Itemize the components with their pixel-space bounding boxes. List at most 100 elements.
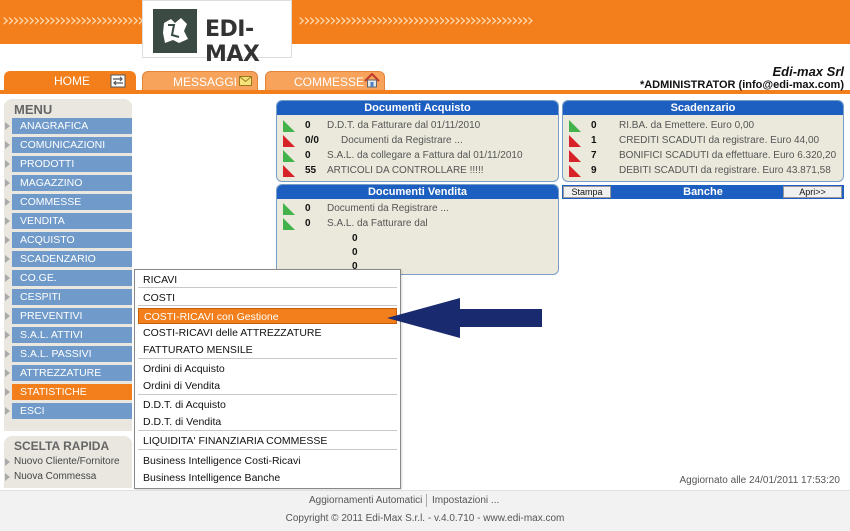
quick-new-customer[interactable]: Nuovo Cliente/Fornitore (14, 456, 120, 467)
statistiche-submenu: RICAVI COSTI COSTI-RICAVI con Gestione COST… (134, 269, 401, 489)
tab-messaggi-label: MESSAGGI (173, 75, 238, 89)
copyright: Copyright © 2011 Edi-Max S.r.l. - v.4.0.… (285, 513, 565, 524)
last-updated: Aggiornato alle 24/01/2011 17:53:20 (679, 475, 840, 486)
house-icon (364, 72, 380, 91)
submenu-item-business-intelligence-banche[interactable]: Business Intelligence Banche (138, 470, 397, 486)
home-icon (110, 74, 126, 91)
footer: Aggiornamenti Automatici Impostazioni ..… (0, 490, 850, 531)
panel-documenti-vendita: Documenti Vendita 0 Documenti da Registra… (276, 184, 559, 275)
company-name: Edi-max Srl (772, 64, 844, 79)
submenu-item-fatturato-mensile[interactable]: FATTURATO MENSILE (138, 342, 397, 358)
menu-item-magazzino[interactable]: MAGAZZINO (12, 175, 132, 191)
menu-item-attrezzature[interactable]: ATTREZZATURE (12, 365, 132, 381)
bullet-icon (5, 217, 10, 225)
row-text: S.A.L. da collegare a Fattura dal 01/11/… (327, 150, 523, 161)
row-text: Documenti da Registrare ... (327, 203, 449, 214)
bullet-icon (5, 350, 10, 358)
menu-item-commesse[interactable]: COMMESSE (12, 194, 132, 210)
tab-home-label: HOME (54, 74, 90, 88)
row-count: 55 (305, 165, 317, 176)
menu-separator (138, 394, 397, 395)
submenu-item-d-d-t-di-acquisto[interactable]: D.D.T. di Acquisto (138, 397, 397, 413)
doc_acquisto-row[interactable]: 55 ARTICOLI DA CONTROLLARE !!!!! (283, 165, 553, 179)
menu-item-preventivi[interactable]: PREVENTIVI (12, 308, 132, 324)
row-count: 0 (305, 218, 311, 229)
panel-documenti-acquisto: Documenti Acquisto 0 D.D.T. da Fatturare … (276, 100, 559, 182)
row-count: 1 (591, 135, 597, 146)
apri-button[interactable]: Apri>> (783, 186, 842, 198)
tab-home[interactable]: HOME (4, 71, 136, 91)
doc_acquisto-row[interactable]: 0 S.A.L. da collegare a Fattura dal 01/11… (283, 150, 553, 164)
scadenzario-row[interactable]: 1 CREDITI SCADUTI da registrare. Euro 44,… (569, 135, 839, 149)
submenu-item-ricavi[interactable]: RICAVI (138, 272, 397, 288)
green-flag-icon (283, 150, 295, 162)
envelope-icon (239, 75, 252, 89)
menu-item-s-a-l-attivi[interactable]: S.A.L. ATTIVI (12, 327, 132, 343)
footer-link-updates[interactable]: Aggiornamenti Automatici (309, 495, 422, 506)
menu-item-prodotti[interactable]: PRODOTTI (12, 156, 132, 172)
quick-new-order[interactable]: Nuova Commessa (14, 471, 96, 482)
submenu-item-business-intelligence-costi-ricavi[interactable]: Business Intelligence Costi-Ricavi (138, 453, 397, 469)
quick-choice-panel: SCELTA RAPIDA Nuovo Cliente/Fornitore Nu… (4, 436, 132, 488)
submenu-item-ordini-di-vendita[interactable]: Ordini di Vendita (138, 378, 397, 394)
footer-link-settings[interactable]: Impostazioni ... (432, 495, 499, 506)
bullet-icon (5, 388, 10, 396)
row-count: 0 (305, 203, 311, 214)
submenu-item-d-d-t-di-vendita[interactable]: D.D.T. di Vendita (138, 414, 397, 430)
menu-item-esci[interactable]: ESCI (12, 403, 132, 419)
menu-item-comunicazioni[interactable]: COMUNICAZIONI (12, 137, 132, 153)
menu-item-co-ge[interactable]: CO.GE. (12, 270, 132, 286)
green-flag-icon (569, 120, 581, 132)
doc_vendita-row[interactable]: 0 S.A.L. da Fatturare dal (283, 218, 553, 232)
row-count: 0 (591, 120, 597, 131)
decorative-arrows-left: ››››››››››››››››››››››››››››››››››››››››… (2, 10, 142, 31)
logo-mark-icon (153, 9, 197, 53)
annotation-arrow-icon (387, 298, 542, 338)
panel-documenti-vendita-title: Documenti Vendita (277, 185, 558, 199)
scadenzario-row[interactable]: 9 DEBITI SCADUTI da registrare. Euro 43.8… (569, 165, 839, 179)
menu-item-vendita[interactable]: VENDITA (12, 213, 132, 229)
row-count: 9 (591, 165, 597, 176)
green-flag-icon (283, 120, 295, 132)
tab-commesse-label: COMMESSE (294, 75, 365, 89)
current-user: *ADMINISTRATOR (info@edi-max.com) (639, 79, 844, 91)
edi-max-logo[interactable]: EDI-MAX (142, 0, 292, 67)
stampa-button[interactable]: Stampa (563, 186, 611, 198)
row-text: RI.BA. da Emettere. Euro 0,00 (619, 120, 755, 131)
scadenzario-row[interactable]: 0 RI.BA. da Emettere. Euro 0,00 (569, 120, 839, 134)
bullet-icon (5, 274, 10, 282)
row-count: 0 (305, 120, 311, 131)
doc_acquisto-row[interactable]: 0 D.D.T. da Fatturare dal 01/11/2010 (283, 120, 553, 134)
row-text: Documenti da Registrare ... (341, 135, 463, 146)
submenu-item-costi-ricavi-delle-attrezzature[interactable]: COSTI-RICAVI delle ATTREZZATURE (138, 325, 397, 341)
scadenzario-row[interactable]: 7 BONIFICI SCADUTI da effettuare. Euro 6.… (569, 150, 839, 164)
menu-item-anagrafica[interactable]: ANAGRAFICA (12, 118, 132, 134)
bullet-icon (5, 473, 10, 481)
row-text: CREDITI SCADUTI da registrare. Euro 44,0… (619, 135, 820, 146)
bullet-icon (5, 293, 10, 301)
tab-commesse[interactable]: COMMESSE (265, 71, 385, 91)
submenu-item-ordini-di-acquisto[interactable]: Ordini di Acquisto (138, 361, 397, 377)
menu-item-statistiche[interactable]: STATISTICHE (12, 384, 132, 400)
menu-item-s-a-l-passivi[interactable]: S.A.L. PASSIVI (12, 346, 132, 362)
bullet-icon (5, 160, 10, 168)
doc_vendita-row[interactable]: 0 Documenti da Registrare ... (283, 203, 553, 217)
bullet-icon (5, 407, 10, 415)
menu-item-scadenzario[interactable]: SCADENZARIO (12, 251, 132, 267)
row-text: BONIFICI SCADUTI da effettuare. Euro 6.3… (619, 150, 837, 161)
submenu-item-costi[interactable]: COSTI (138, 290, 397, 306)
row-count: 7 (591, 150, 597, 161)
bullet-icon (5, 331, 10, 339)
row-text: DEBITI SCADUTI da registrare. Euro 43.87… (619, 165, 831, 176)
submenu-item-liquidita-finanziaria-commesse[interactable]: LIQUIDITA' FINANZIARIA COMMESSE (138, 433, 397, 449)
submenu-item-costi-ricavi-con-gestione[interactable]: COSTI-RICAVI con Gestione (138, 308, 397, 324)
tab-messaggi[interactable]: MESSAGGI (142, 71, 258, 91)
bullet-icon (5, 236, 10, 244)
menu-item-acquisto[interactable]: ACQUISTO (12, 232, 132, 248)
doc_acquisto-row[interactable]: 0/0 Documenti da Registrare ... (283, 135, 553, 149)
bullet-icon (5, 458, 10, 466)
panel-scadenzario-title: Scadenzario (563, 101, 843, 115)
menu-item-cespiti[interactable]: CESPITI (12, 289, 132, 305)
row-count: 0/0 (305, 135, 319, 146)
bullet-icon (5, 255, 10, 263)
